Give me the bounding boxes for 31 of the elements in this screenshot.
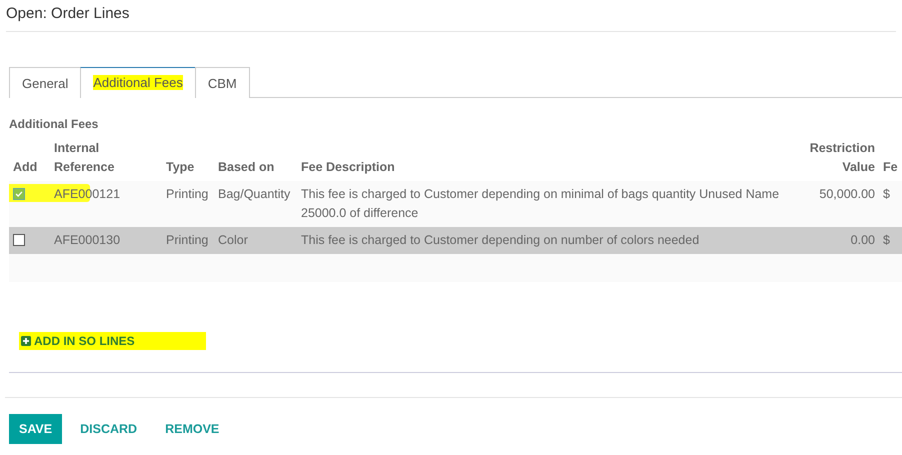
table-cell: $ <box>879 227 902 254</box>
tab[interactable]: General <box>9 67 82 98</box>
table-cell: Bag/Quantity <box>214 181 297 227</box>
tab[interactable]: Additional Fees <box>80 67 196 98</box>
checkbox[interactable] <box>13 234 25 246</box>
column-header: Type <box>162 135 214 181</box>
table-cell: Printing <box>162 181 214 227</box>
table-cell: 0.00 <box>799 227 879 254</box>
checkbox[interactable] <box>13 188 25 200</box>
column-header: Fe <box>879 135 902 181</box>
check-icon <box>14 189 24 199</box>
table-cell: Color <box>214 227 297 254</box>
window-title: Open: Order Lines <box>5 4 130 24</box>
link-button[interactable]: REMOVE <box>155 414 230 444</box>
column-header: Based on <box>214 135 297 181</box>
column-header: Internal Reference <box>50 135 162 181</box>
table-cell: AFE000130 <box>50 227 162 254</box>
column-header: Restriction Value <box>799 135 879 181</box>
table-cell: $ <box>879 181 902 227</box>
tab[interactable]: CBM <box>194 67 250 98</box>
link-button[interactable]: DISCARD <box>70 414 148 444</box>
plus-icon <box>21 336 31 346</box>
table-cell: This fee is charged to Customer depending on minimal of bags quantity Unused Name 25000.0 of difference <box>297 181 799 227</box>
save-button[interactable]: SAVE <box>9 414 62 444</box>
table-cell: 50,000.00 <box>799 181 879 227</box>
table-cell: This fee is charged to Customer depending on number of colors needed <box>297 227 799 254</box>
add-lines-button[interactable]: ADD IN SO LINES <box>19 332 206 350</box>
column-header: Add <box>9 135 50 181</box>
section-title: Additional Fees <box>9 117 100 131</box>
table-cell: Printing <box>162 227 214 254</box>
column-header: Fee Description <box>297 135 799 181</box>
